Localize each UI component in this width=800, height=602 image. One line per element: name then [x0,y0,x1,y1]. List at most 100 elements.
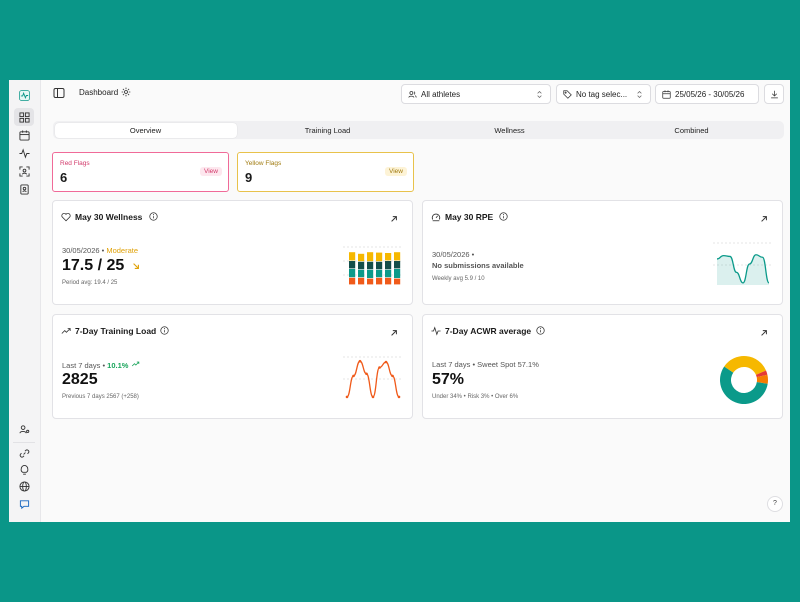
wellness-bar-segment [367,278,374,285]
wellness-bar-segment [349,277,356,285]
wellness-bar-segment [349,261,356,269]
sidebar-item-activity[interactable] [14,144,34,162]
info-icon[interactable] [536,326,545,335]
help-button[interactable]: ? [767,496,783,512]
tab-wellness[interactable]: Wellness [419,123,601,138]
sidebar-item-link[interactable] [14,444,34,462]
top-bar: Dashboard All athletes No tag selec... 2… [41,80,790,106]
sidebar-item-dashboard[interactable] [14,108,34,126]
link-icon [19,448,29,458]
user-settings-icon [18,424,29,433]
data-point [378,366,381,369]
wellness-bar-segment [394,269,401,278]
training-load-card-title: 7-Day Training Load [75,326,157,336]
red-flags-view-button[interactable]: View [200,167,222,176]
heart-icon [61,212,71,222]
sidebar-divider [13,442,35,443]
users-icon [408,90,417,98]
data-point [358,359,362,363]
tag-select[interactable]: No tag selec... [556,84,651,104]
wellness-bar-segment [367,261,374,270]
data-point [345,395,349,399]
info-icon[interactable] [499,212,508,221]
red-flags-card[interactable]: Red Flags 6 View [52,152,229,192]
athletes-select-value: All athletes [421,89,461,99]
main-content: Dashboard All athletes No tag selec... 2… [41,80,790,522]
data-point [391,374,394,378]
wellness-bar-segment [376,261,383,270]
area-fill [717,254,769,285]
yellow-flags-card[interactable]: Yellow Flags 9 View [237,152,414,192]
rpe-card-title: May 30 RPE [445,212,494,222]
activity-icon [18,147,30,159]
info-icon[interactable] [149,212,158,221]
yellow-flags-view-button[interactable]: View [385,167,407,176]
sidebar-item-contacts[interactable] [14,180,34,198]
red-flags-count: 6 [60,170,68,185]
chevron-updown-icon [637,90,642,98]
download-icon [771,90,778,98]
lightbulb-icon [20,464,28,475]
expand-arrow-icon[interactable] [390,215,398,223]
wellness-bar-segment [385,277,392,285]
tag-select-value: No tag selec... [576,89,628,99]
wellness-bar-segment [367,269,374,278]
sidebar-item-scan[interactable] [14,162,34,180]
wellness-bar-segment [367,252,374,262]
rpe-weekly-avg: Weekly avg 5.9 / 10 [432,276,485,282]
training-load-line-chart [343,356,403,399]
app-window: Dashboard All athletes No tag selec... 2… [9,80,790,522]
wellness-bar-segment [385,261,392,270]
rpe-date: 30/05/2026 • [432,250,475,259]
sidebar-item-language[interactable] [14,477,34,495]
download-button[interactable] [764,84,784,104]
wellness-stacked-bar-chart [343,246,403,285]
acwr-donut-chart [720,356,768,404]
wellness-card: May 30 Wellness 30/05/2026 • Moderate 17… [52,200,413,305]
rpe-card: May 30 RPE 30/05/2026 • No submissions a… [422,200,783,305]
activity-icon [431,326,441,336]
dashboard-icon [18,111,30,123]
date-range-value: 25/05/26 - 30/05/26 [675,89,745,99]
wellness-status: Moderate [106,246,139,255]
tab-combined[interactable]: Combined [601,123,783,138]
acwr-value: 57% [432,371,465,388]
calendar-icon [18,129,30,141]
sidebar-item-user-settings[interactable] [14,420,34,438]
wellness-period-avg: Period avg: 19.4 / 25 [62,280,118,286]
data-point [384,360,388,364]
wellness-bar-segment [358,253,365,262]
wellness-bar-segment [394,278,401,285]
wellness-card-title: May 30 Wellness [75,212,143,222]
training-load-value: 2825 [62,371,98,388]
date-range-picker[interactable]: 25/05/26 - 30/05/26 [655,84,759,104]
athletes-select[interactable]: All athletes [401,84,551,104]
rpe-gauge-icon [431,213,441,222]
data-point [365,372,368,376]
gear-icon[interactable] [121,87,131,97]
wellness-bar-segment [358,261,365,270]
expand-arrow-icon[interactable] [390,329,398,337]
rpe-status: No submissions available [432,261,524,270]
data-point [371,395,375,399]
view-tabs: Overview Training Load Wellness Combined [53,121,784,139]
wellness-bar-segment [385,269,392,278]
sidebar-toggle-icon[interactable] [53,87,65,99]
wellness-bar-segment [358,269,365,278]
logo-icon[interactable] [14,86,34,104]
expand-arrow-icon[interactable] [760,215,768,223]
sidebar-item-chat[interactable] [14,495,34,513]
info-icon[interactable] [160,326,169,335]
yellow-flags-count: 9 [245,170,253,185]
tab-overview[interactable]: Overview [54,122,237,138]
wellness-bar-segment [394,252,401,261]
tab-training-load[interactable]: Training Load [237,123,419,138]
scan-face-icon [18,165,30,177]
contact-book-icon [19,183,29,195]
sidebar-item-calendar[interactable] [14,126,34,144]
wellness-bar-segment [349,252,356,261]
expand-arrow-icon[interactable] [760,329,768,337]
wellness-bar-segment [385,253,392,261]
page-title: Dashboard [79,88,119,97]
rpe-line-chart [713,242,773,285]
